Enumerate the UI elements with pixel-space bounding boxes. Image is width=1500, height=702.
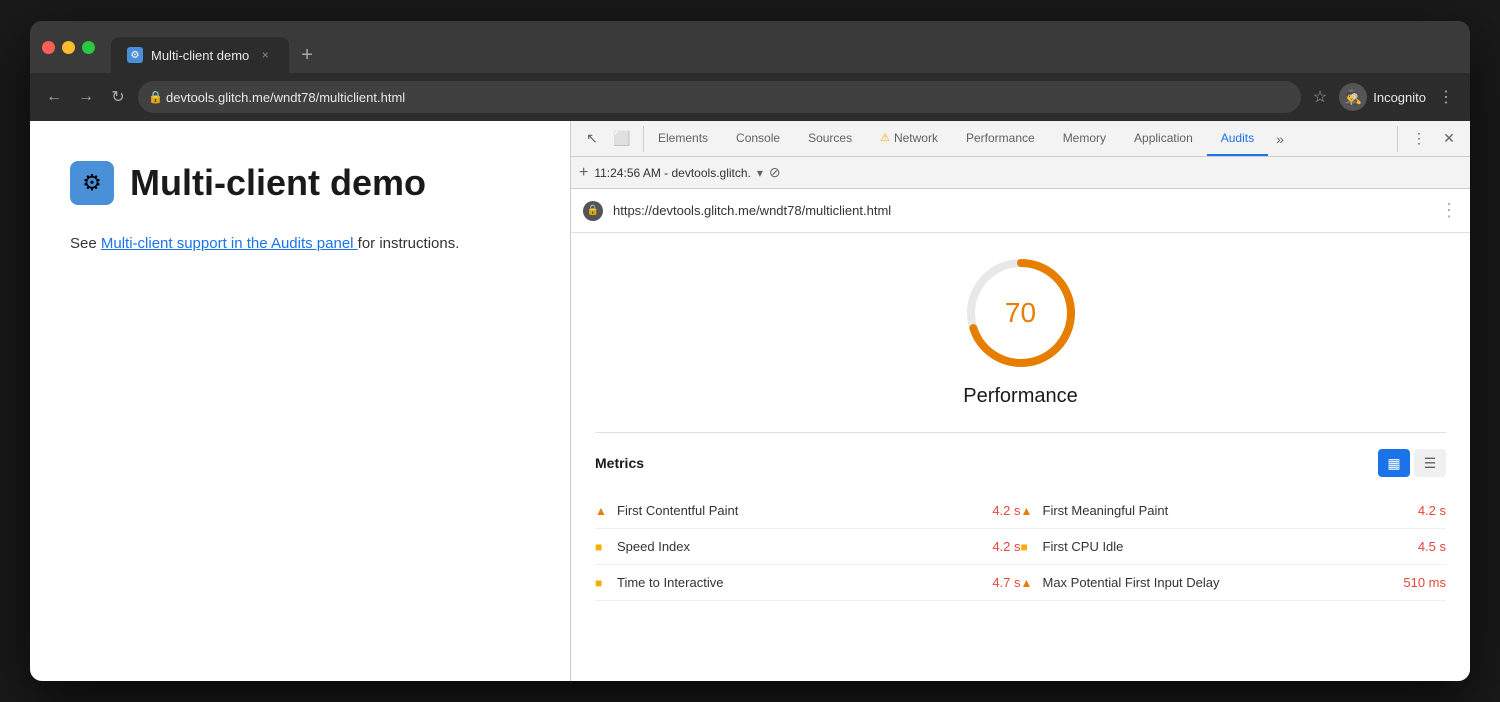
metric-icon-fci: ■ (1021, 540, 1035, 554)
bookmark-button[interactable]: ☆ (1309, 83, 1331, 111)
description-pre: See (70, 235, 101, 252)
maximize-button[interactable] (82, 41, 95, 54)
audit-dropdown[interactable]: ▾ (757, 166, 763, 180)
score-circle: 70 (961, 253, 1081, 373)
metric-row: ■ Time to Interactive 4.7 s (595, 565, 1021, 601)
devtools-tabs: Elements Console Sources ⚠Network Perfor… (644, 121, 1397, 156)
metric-name-fcp: First Contentful Paint (617, 503, 976, 518)
metric-value-mpfid: 510 ms (1403, 575, 1446, 590)
score-section: 70 Performance (595, 253, 1446, 408)
devtools-tab-actions: ⋮ ✕ (1397, 126, 1470, 152)
score-number: 70 (1005, 297, 1036, 329)
metric-name-tti: Time to Interactive (617, 575, 976, 590)
metric-icon-mpfid: ▲ (1021, 576, 1035, 590)
metric-name-mpfid: Max Potential First Input Delay (1043, 575, 1388, 590)
tab-application[interactable]: Application (1120, 121, 1207, 156)
more-tabs-button[interactable]: » (1268, 131, 1292, 147)
grid-view-button[interactable]: ▦ (1378, 449, 1410, 477)
tab-performance[interactable]: Performance (952, 121, 1049, 156)
cancel-audit-button[interactable]: ⊘ (769, 164, 781, 181)
metric-icon-si: ■ (595, 540, 609, 554)
metrics-header: Metrics ▦ ☰ (595, 449, 1446, 477)
score-label: Performance (963, 385, 1078, 408)
metric-icon-fmp: ▲ (1021, 504, 1035, 518)
minimize-button[interactable] (62, 41, 75, 54)
tab-elements[interactable]: Elements (644, 121, 722, 156)
incognito-icon: 🕵 (1339, 83, 1367, 111)
metric-row: ▲ First Meaningful Paint 4.2 s (1021, 493, 1447, 529)
metric-row: ▲ First Contentful Paint 4.2 s (595, 493, 1021, 529)
metric-row: ▲ Max Potential First Input Delay 510 ms (1021, 565, 1447, 601)
metric-icon-fcp: ▲ (595, 504, 609, 518)
tab-audits[interactable]: Audits (1207, 121, 1268, 156)
list-view-button[interactable]: ☰ (1414, 449, 1446, 477)
metric-value-si: 4.2 s (992, 539, 1020, 554)
logo-emoji: ⚙ (82, 170, 102, 196)
page-logo-icon: ⚙ (70, 161, 114, 205)
audit-url-text: https://devtools.glitch.me/wndt78/multic… (613, 203, 1440, 218)
lock-icon: 🔒 (148, 90, 163, 104)
metrics-view-toggle: ▦ ☰ (1378, 449, 1446, 477)
audit-url-bar: 🔒 https://devtools.glitch.me/wndt78/mult… (571, 189, 1470, 233)
new-tab-button[interactable]: + (301, 44, 313, 67)
audit-url-more-button[interactable]: ⋮ (1440, 200, 1458, 221)
back-button[interactable]: ← (42, 85, 66, 109)
metrics-grid: ▲ First Contentful Paint 4.2 s ▲ First M… (595, 493, 1446, 601)
audits-panel-link[interactable]: Multi-client support in the Audits panel (101, 235, 358, 252)
audit-url-favicon: 🔒 (583, 201, 603, 221)
page-title: Multi-client demo (130, 162, 426, 204)
metric-value-tti: 4.7 s (992, 575, 1020, 590)
network-warn-icon: ⚠ (880, 131, 890, 144)
tab-favicon (127, 47, 143, 63)
devtools-toolbar: ↖ ⬜ Elements Console Sources ⚠Network Pe… (571, 121, 1470, 157)
browser-tab[interactable]: Multi-client demo × (111, 37, 289, 73)
audit-timestamp: 11:24:56 AM - devtools.glitch. (594, 166, 751, 180)
incognito-label: Incognito (1373, 90, 1426, 105)
metric-row: ■ First CPU Idle 4.5 s (1021, 529, 1447, 565)
tab-network[interactable]: ⚠Network (866, 121, 952, 156)
title-bar: Multi-client demo × + (30, 21, 1470, 73)
metric-value-fci: 4.5 s (1418, 539, 1446, 554)
metrics-title: Metrics (595, 455, 644, 471)
close-button[interactable] (42, 41, 55, 54)
tab-close-button[interactable]: × (257, 47, 273, 63)
description-post: for instructions. (358, 235, 460, 252)
metric-name-fmp: First Meaningful Paint (1043, 503, 1402, 518)
main-content: ⚙ Multi-client demo See Multi-client sup… (30, 121, 1470, 681)
browser-menu-button[interactable]: ⋮ (1434, 83, 1458, 111)
page-description: See Multi-client support in the Audits p… (70, 233, 530, 256)
traffic-lights (42, 41, 95, 54)
page-logo: ⚙ Multi-client demo (70, 161, 530, 205)
add-audit-button[interactable]: + (579, 164, 588, 182)
metric-icon-tti: ■ (595, 576, 609, 590)
devtools-icon-group: ↖ ⬜ (571, 126, 644, 152)
incognito-area: 🕵 Incognito (1339, 83, 1426, 111)
device-toggle-button[interactable]: ⬜ (609, 126, 635, 152)
metric-name-fci: First CPU Idle (1043, 539, 1402, 554)
devtools-panel: ↖ ⬜ Elements Console Sources ⚠Network Pe… (570, 121, 1470, 681)
tab-sources[interactable]: Sources (794, 121, 866, 156)
browser-window: Multi-client demo × + ← → ↻ 🔒 ☆ 🕵 Incogn… (30, 21, 1470, 681)
audit-results: 70 Performance Metrics ▦ ☰ (571, 233, 1470, 681)
devtools-secondary-bar: + 11:24:56 AM - devtools.glitch. ▾ ⊘ (571, 157, 1470, 189)
inspect-element-button[interactable]: ↖ (579, 126, 605, 152)
tab-title: Multi-client demo (151, 48, 249, 63)
metric-row: ■ Speed Index 4.2 s (595, 529, 1021, 565)
tab-memory[interactable]: Memory (1049, 121, 1120, 156)
page-content: ⚙ Multi-client demo See Multi-client sup… (30, 121, 570, 681)
tab-console[interactable]: Console (722, 121, 794, 156)
devtools-more-button[interactable]: ⋮ (1406, 126, 1432, 152)
metric-name-si: Speed Index (617, 539, 976, 554)
devtools-close-button[interactable]: ✕ (1436, 126, 1462, 152)
address-bar: ← → ↻ 🔒 ☆ 🕵 Incognito ⋮ (30, 73, 1470, 121)
metric-value-fcp: 4.2 s (992, 503, 1020, 518)
address-input[interactable] (138, 81, 1301, 113)
reload-button[interactable]: ↻ (106, 85, 130, 109)
metric-value-fmp: 4.2 s (1418, 503, 1446, 518)
forward-button[interactable]: → (74, 85, 98, 109)
address-input-wrapper: 🔒 (138, 81, 1301, 113)
metrics-section: Metrics ▦ ☰ ▲ First Contentful Paint 4.2… (595, 432, 1446, 601)
